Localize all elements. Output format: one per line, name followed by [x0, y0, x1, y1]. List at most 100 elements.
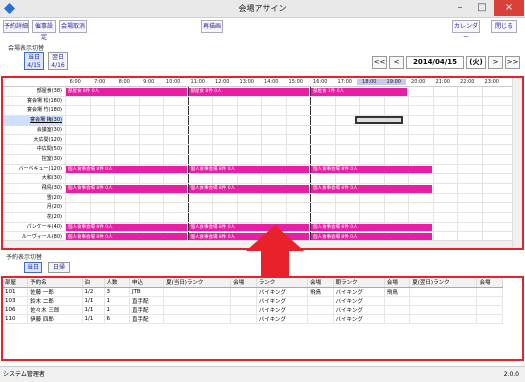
booking-bar[interactable]: 部屋食 8件 0人	[66, 88, 187, 96]
column-header[interactable]: 部屋	[3, 278, 29, 288]
table-row[interactable]: 110 伊藤 四郎 1/1 6 直手配 バイキング バイキング	[3, 314, 503, 324]
weekday-field: (火)	[466, 56, 486, 69]
room-label: 控室(30)	[41, 155, 62, 162]
table-cell	[409, 296, 478, 306]
table-cell: 1	[104, 296, 130, 306]
table-cell: 直手配	[129, 305, 165, 315]
venue-schedule-grid[interactable]: 6:00 7:00 8:00 9:00 10:00 11:00 12:00 13:00 14:0…	[1, 76, 524, 250]
booking-bar[interactable]: 個人食事会場 8件 0人	[66, 185, 187, 193]
reservation-detail-button[interactable]: 予約詳細	[3, 20, 29, 33]
column-header[interactable]: 会場	[476, 278, 503, 288]
column-header[interactable]: 会場	[384, 278, 411, 288]
calendar-button[interactable]: カレンダー	[452, 20, 480, 41]
booking-bar[interactable]: 個人食事会場 8件 0人	[311, 223, 432, 232]
table-cell: バイキング	[256, 305, 309, 315]
redraw-button[interactable]: 再描画	[201, 20, 223, 33]
last-page-button[interactable]: >>	[505, 56, 520, 69]
status-bar: システム管理者 2.0.0	[0, 366, 525, 382]
timeline-hour: 21:00	[435, 79, 450, 85]
display-switch-label: 会場表示切替	[8, 45, 45, 52]
tomorrow-button[interactable]: 翌日 4/16	[48, 52, 68, 70]
booking-bar[interactable]: 部屋食 1件 0人	[311, 88, 407, 96]
timeline-hour: 18:00	[357, 79, 382, 85]
date-field[interactable]: 2014/04/15	[406, 56, 464, 69]
room-label: 飛鳥(30)	[41, 185, 62, 191]
table-cell	[163, 296, 232, 306]
previous-day-button[interactable]: <	[389, 56, 404, 69]
room-label: 部屋食(38)	[36, 88, 62, 94]
table-cell: バイキング	[256, 296, 309, 306]
table-cell	[409, 314, 478, 324]
column-header[interactable]: 朝ランク	[333, 278, 385, 288]
column-header[interactable]: 夏(翌日)ランク	[409, 278, 478, 288]
room-label: 月(20)	[46, 204, 62, 211]
today-button[interactable]: 当日 4/15	[24, 52, 44, 70]
maximize-button[interactable]: □	[471, 0, 493, 16]
table-cell	[230, 314, 257, 324]
room-row[interactable]: 花(20)	[3, 213, 512, 223]
booking-bar[interactable]: 個人食事会場 8件 0人	[66, 223, 187, 232]
vertical-scrollbar[interactable]	[512, 78, 522, 248]
minimize-button[interactable]: –	[449, 0, 471, 16]
booking-bar[interactable]: 部屋食 8件 0人	[188, 88, 309, 96]
table-row[interactable]: 106 佐々木 三郎 1/1 1 直手配 バイキング バイキング	[3, 305, 503, 315]
column-header[interactable]: 泊	[82, 278, 105, 288]
next-day-button[interactable]: >	[488, 56, 503, 69]
status-user: システム管理者	[3, 371, 45, 378]
booking-bar[interactable]: 個人食事会場 8件 0人	[188, 165, 309, 174]
room-row[interactable]: 大広間(120)	[3, 136, 512, 146]
first-page-button[interactable]: <<	[372, 56, 387, 69]
tab-today[interactable]: 当日	[24, 262, 42, 273]
close-window-button[interactable]: ×	[494, 0, 524, 16]
booking-bar[interactable]: 個人食事会場 8件 0人	[66, 165, 187, 174]
room-row[interactable]: 月(20)	[3, 203, 512, 214]
column-header[interactable]: 会場	[230, 278, 257, 288]
room-label: 大広間(120)	[33, 136, 62, 143]
room-row[interactable]: 会議室(30)	[3, 126, 512, 136]
table-row[interactable]: 101 佐藤 一郎 1/2 3 JTB バイキング 飛鳥 バイキング 飛鳥	[3, 287, 503, 297]
table-cell: 110	[3, 314, 29, 324]
tomorrow-label: 翌日	[51, 54, 64, 61]
table-cell: 佐々木 三郎	[27, 305, 83, 315]
selection-box[interactable]	[355, 116, 403, 125]
booking-bar[interactable]: 個人食事会場 8件 0人	[311, 185, 432, 193]
tab-daily[interactable]: 日帰	[48, 262, 70, 273]
table-cell	[307, 314, 334, 324]
column-header[interactable]: 申込	[129, 278, 165, 288]
table-cell	[476, 305, 503, 315]
table-cell: 飛鳥	[307, 287, 334, 297]
close-button[interactable]: 閉じる	[491, 20, 517, 33]
room-row[interactable]: 中広間(50)	[3, 145, 512, 155]
room-row[interactable]: 控室(30)	[3, 155, 512, 165]
room-row[interactable]: 宴会場 松(180)	[3, 97, 512, 107]
table-cell: 直手配	[129, 296, 165, 306]
room-row[interactable]: 雪(20)	[3, 194, 512, 204]
table-cell	[409, 287, 478, 297]
booking-bar[interactable]: 個人食事会場 8件 0人	[311, 165, 432, 174]
table-cell	[307, 305, 334, 315]
table-cell	[307, 296, 334, 306]
room-row[interactable]: 大和(30)	[3, 174, 512, 184]
column-header[interactable]: ランク	[256, 278, 309, 288]
table-cell: JTB	[129, 287, 165, 297]
timeline-hour: 9:00	[143, 79, 155, 85]
table-row[interactable]: 103 鈴木 二郎 1/1 1 直手配 バイキング バイキング	[3, 296, 503, 306]
table-cell: 103	[3, 296, 29, 306]
table-cell: 106	[3, 305, 29, 315]
room-label: 中広間(50)	[36, 146, 62, 153]
timeline-hour: 15:00	[288, 79, 303, 85]
event-settings-button[interactable]: 催事設定	[32, 20, 56, 41]
column-header[interactable]: 人数	[104, 278, 130, 288]
table-cell	[384, 305, 411, 315]
cancel-venue-button[interactable]: 会場取消	[59, 20, 87, 33]
room-label: 雪(20)	[46, 194, 62, 201]
room-row[interactable]: 宴会場 竹(180)	[3, 106, 512, 117]
column-header[interactable]: 夏(当日)ランク	[163, 278, 232, 288]
table-cell	[163, 305, 232, 315]
table-cell: 1/2	[82, 287, 105, 297]
table-cell: 1/1	[82, 314, 105, 324]
column-header[interactable]: 予約名	[27, 278, 83, 288]
column-header[interactable]: 会場	[307, 278, 334, 288]
room-row[interactable]: 宴会場 梅(30)	[3, 116, 512, 126]
booking-bar[interactable]: 個人食事会場 8件 0人	[188, 185, 309, 193]
